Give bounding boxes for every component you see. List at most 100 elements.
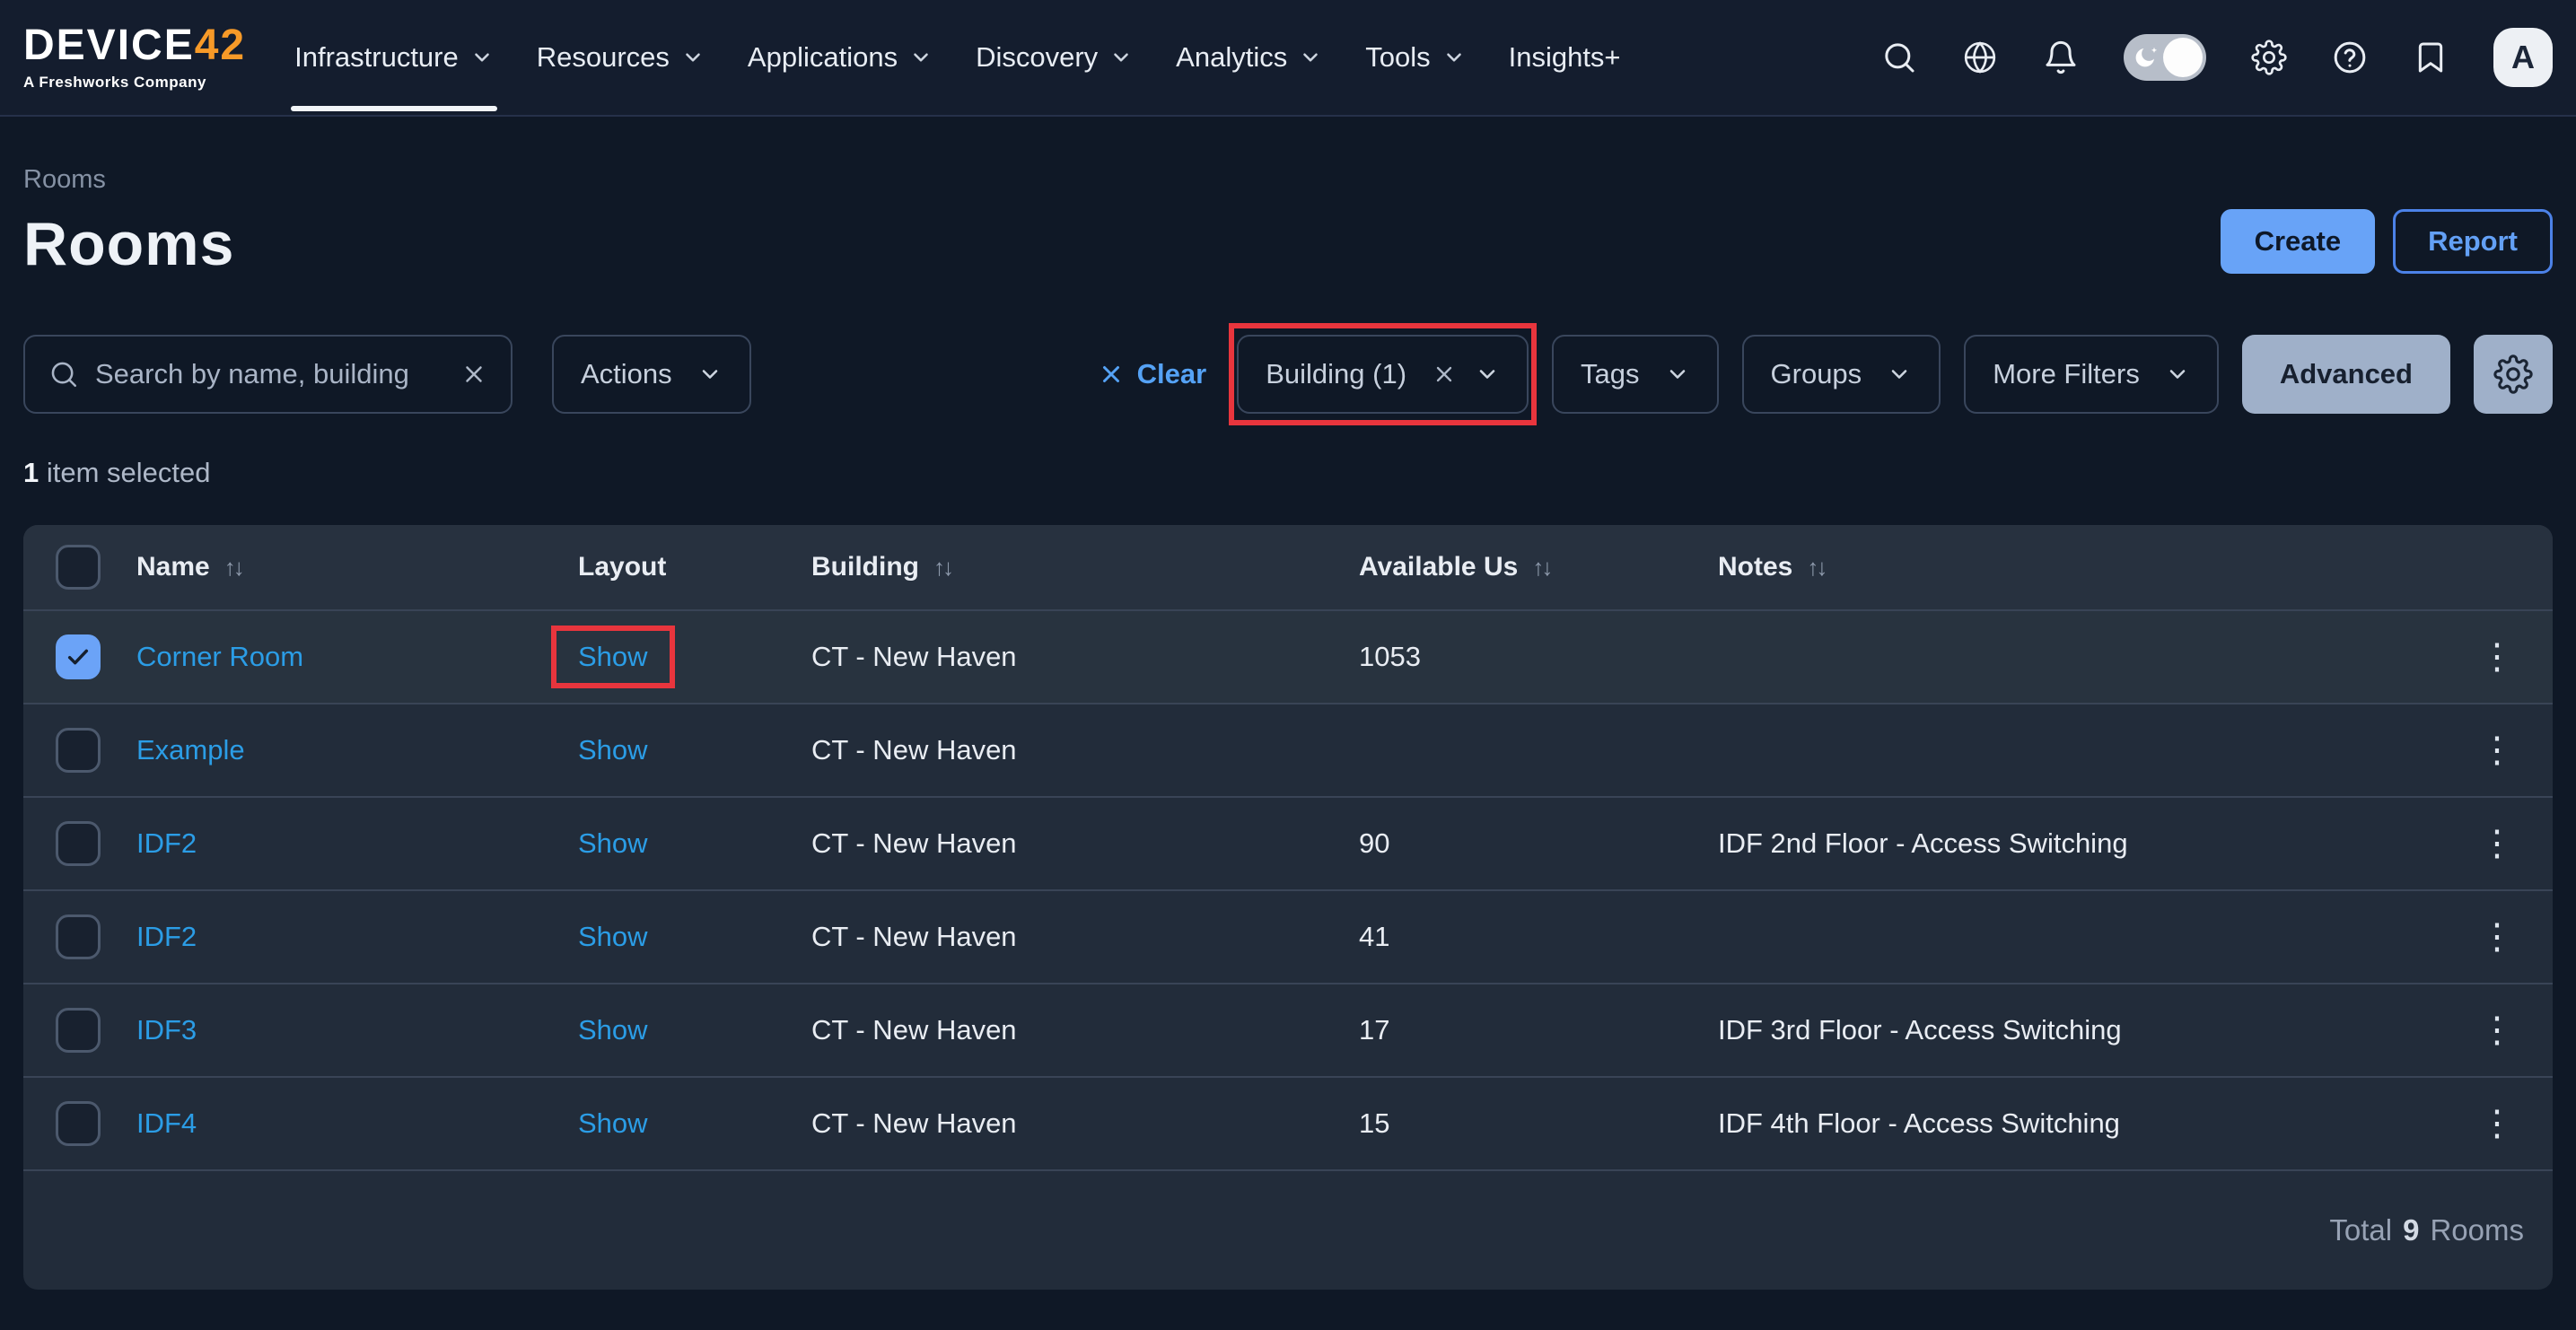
room-name-link[interactable]: IDF4 <box>136 1107 197 1139</box>
room-name-link[interactable]: IDF3 <box>136 1014 197 1046</box>
remove-building-filter-icon[interactable] <box>1432 362 1457 387</box>
actions-dropdown[interactable]: Actions <box>552 335 751 414</box>
logo-subtitle: A Freshworks Company <box>23 74 246 92</box>
column-header-available[interactable]: Available Us ↑↓ <box>1359 552 1718 582</box>
chevron-down-icon <box>470 46 494 69</box>
column-label: Building <box>811 552 919 582</box>
available-cell: 41 <box>1359 921 1718 953</box>
help-icon[interactable] <box>2332 39 2368 75</box>
column-header-layout: Layout <box>578 552 811 582</box>
layout-show-link[interactable]: Show <box>578 827 648 859</box>
sort-icon: ↑↓ <box>224 554 242 582</box>
building-cell: CT - New Haven <box>811 641 1359 673</box>
top-navigation-bar: DEVICE42 A Freshworks Company Infrastruc… <box>0 0 2576 117</box>
advanced-button[interactable]: Advanced <box>2242 335 2450 414</box>
nav-item-infrastructure[interactable]: Infrastructure <box>273 0 515 115</box>
nav-item-applications[interactable]: Applications <box>726 0 954 115</box>
chevron-down-icon <box>2165 362 2190 387</box>
notes-cell: IDF 4th Floor - Access Switching <box>1718 1107 2427 1140</box>
row-menu-kebab-icon[interactable]: ⋮ <box>2479 1106 2515 1142</box>
column-header-notes[interactable]: Notes ↑↓ <box>1718 552 2427 582</box>
available-cell: 17 <box>1359 1014 1718 1046</box>
layout-show-link[interactable]: Show <box>578 641 648 672</box>
filter-toolbar: Actions Clear Building (1) Tags Groups M… <box>0 335 2576 414</box>
row-menu-kebab-icon[interactable]: ⋮ <box>2479 639 2515 675</box>
main-menu: Infrastructure Resources Applications Di… <box>273 0 1642 115</box>
table-row: IDF4 Show CT - New Haven 15 IDF 4th Floo… <box>23 1076 2553 1169</box>
nav-item-insights[interactable]: Insights+ <box>1487 0 1643 115</box>
create-button[interactable]: Create <box>2221 209 2376 274</box>
row-checkbox-checked[interactable] <box>56 634 101 679</box>
clear-filters-button[interactable]: Clear <box>1098 358 1207 390</box>
sort-icon: ↑↓ <box>933 554 951 582</box>
layout-show-link[interactable]: Show <box>578 921 648 952</box>
actions-label: Actions <box>581 358 672 390</box>
table-row: IDF3 Show CT - New Haven 17 IDF 3rd Floo… <box>23 983 2553 1076</box>
room-name-link[interactable]: Example <box>136 734 245 766</box>
layout-show-link[interactable]: Show <box>578 1014 648 1046</box>
nav-item-analytics[interactable]: Analytics <box>1154 0 1344 115</box>
bookmark-icon[interactable] <box>2413 39 2449 75</box>
building-filter-dropdown[interactable]: Building (1) <box>1237 335 1529 414</box>
select-all-checkbox[interactable] <box>56 545 101 590</box>
column-label: Available Us <box>1359 552 1518 582</box>
row-checkbox[interactable] <box>56 1008 101 1053</box>
breadcrumb[interactable]: Rooms <box>23 165 234 195</box>
nav-item-label: Infrastructure <box>294 41 459 74</box>
available-cell: 90 <box>1359 827 1718 860</box>
row-menu-kebab-icon[interactable]: ⋮ <box>2479 1012 2515 1048</box>
chevron-down-icon <box>1887 362 1912 387</box>
table-row: Corner Room Show CT - New Haven 1053 ⋮ <box>23 609 2553 703</box>
table-header-row: Name ↑↓ Layout Building ↑↓ Available Us … <box>23 525 2553 609</box>
table-row: Example Show CT - New Haven ⋮ <box>23 703 2553 796</box>
toggle-knob <box>2163 38 2203 77</box>
groups-filter-dropdown[interactable]: Groups <box>1742 335 1941 414</box>
chevron-down-icon <box>1475 362 1500 387</box>
active-tab-indicator <box>291 106 497 111</box>
row-menu-kebab-icon[interactable]: ⋮ <box>2479 919 2515 955</box>
page-title: Rooms <box>23 209 234 279</box>
row-menu-kebab-icon[interactable]: ⋮ <box>2479 732 2515 768</box>
logo-text: DEVICE42 <box>23 24 246 67</box>
nav-utility-icons: A <box>1881 28 2553 87</box>
clear-search-icon[interactable] <box>460 361 487 388</box>
x-icon <box>1098 361 1125 388</box>
clear-label: Clear <box>1137 358 1207 390</box>
layout-show-link[interactable]: Show <box>578 1107 648 1139</box>
device42-logo[interactable]: DEVICE42 A Freshworks Company <box>23 24 246 92</box>
tags-filter-dropdown[interactable]: Tags <box>1552 335 1718 414</box>
row-checkbox[interactable] <box>56 1101 101 1146</box>
row-checkbox[interactable] <box>56 728 101 773</box>
report-button[interactable]: Report <box>2393 209 2553 274</box>
available-cell: 1053 <box>1359 641 1718 673</box>
user-avatar[interactable]: A <box>2493 28 2553 87</box>
nav-item-discovery[interactable]: Discovery <box>954 0 1154 115</box>
search-box[interactable] <box>23 335 513 414</box>
dark-mode-toggle[interactable] <box>2124 34 2206 81</box>
nav-item-tools[interactable]: Tools <box>1344 0 1486 115</box>
more-filters-dropdown[interactable]: More Filters <box>1964 335 2219 414</box>
search-input[interactable] <box>95 358 444 390</box>
column-header-name[interactable]: Name ↑↓ <box>136 552 578 582</box>
nav-item-label: Tools <box>1365 41 1430 74</box>
column-header-building[interactable]: Building ↑↓ <box>811 552 1359 582</box>
search-icon[interactable] <box>1881 39 1917 75</box>
layout-show-link[interactable]: Show <box>578 734 648 766</box>
row-checkbox[interactable] <box>56 914 101 959</box>
table-settings-gear-button[interactable] <box>2474 335 2553 414</box>
row-menu-kebab-icon[interactable]: ⋮ <box>2479 826 2515 862</box>
globe-icon[interactable] <box>1962 39 1998 75</box>
rooms-table: Name ↑↓ Layout Building ↑↓ Available Us … <box>23 525 2553 1290</box>
room-name-link[interactable]: IDF2 <box>136 921 197 952</box>
table-row: IDF2 Show CT - New Haven 41 ⋮ <box>23 889 2553 983</box>
building-cell: CT - New Haven <box>811 734 1359 766</box>
room-name-link[interactable]: Corner Room <box>136 641 303 672</box>
chevron-down-icon <box>681 46 705 69</box>
settings-gear-icon[interactable] <box>2251 39 2287 75</box>
row-checkbox[interactable] <box>56 821 101 866</box>
room-name-link[interactable]: IDF2 <box>136 827 197 859</box>
nav-item-resources[interactable]: Resources <box>515 0 726 115</box>
chevron-down-icon <box>697 362 723 387</box>
notifications-bell-icon[interactable] <box>2043 39 2079 75</box>
notes-cell: IDF 2nd Floor - Access Switching <box>1718 827 2427 860</box>
